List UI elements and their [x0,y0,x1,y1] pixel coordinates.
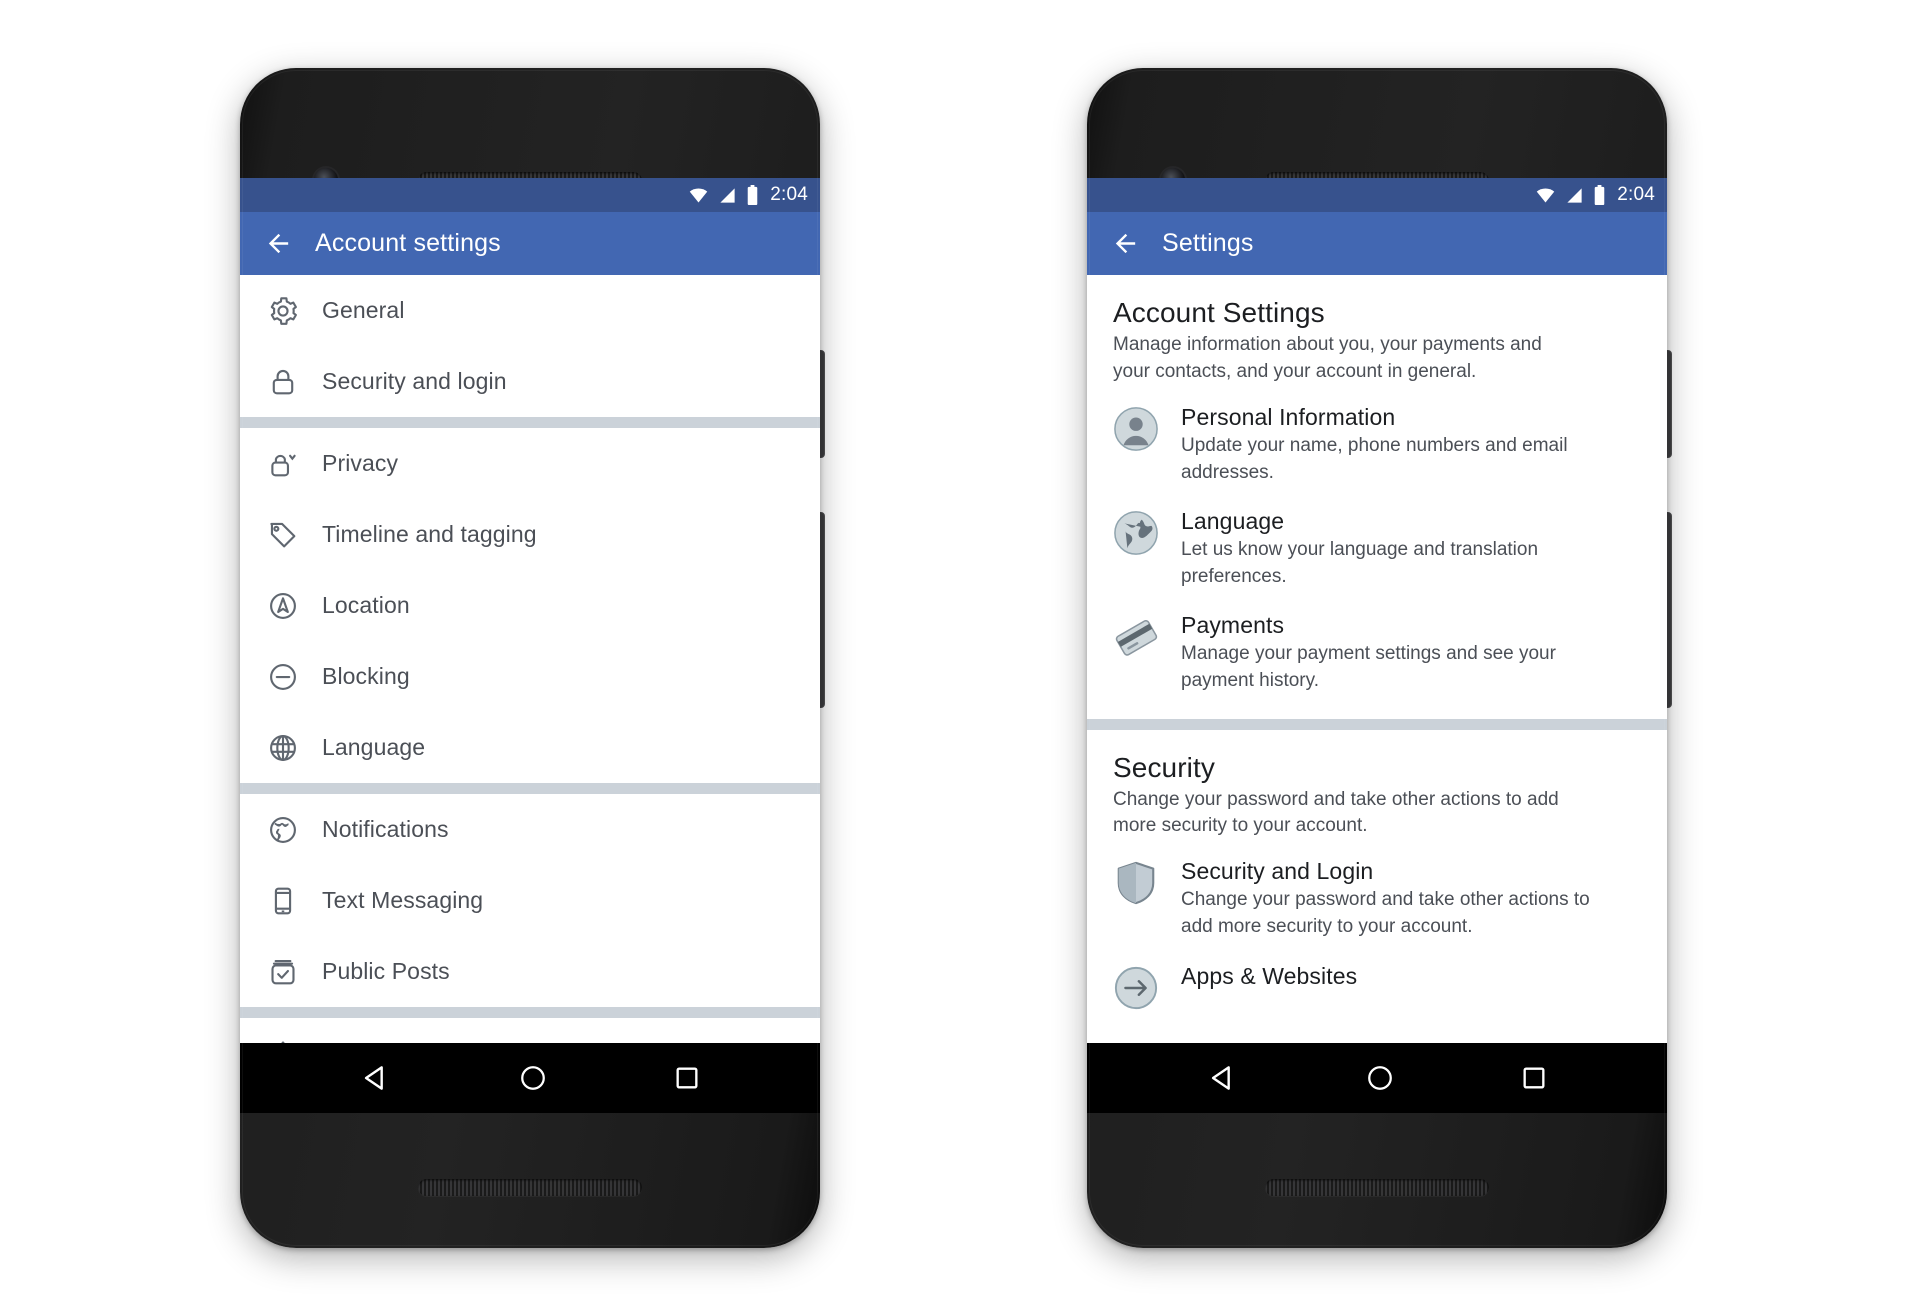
section-divider [1087,718,1667,730]
list-item-subtitle: Update your name, phone numbers and emai… [1181,434,1568,483]
app-bar-left: Account settings [240,212,820,275]
android-nav-bar [1087,1043,1667,1113]
section-divider [240,783,820,794]
home-nav-button[interactable] [1365,1063,1395,1093]
battery-icon [1593,184,1606,206]
list-item-label: Language [322,734,426,760]
list-item-label: Blocking [322,663,410,689]
cell-signal-icon [718,186,737,205]
page-title: Account settings [315,229,501,257]
section-header-security: Security Change your password and take o… [1087,730,1667,847]
list-item-text: Language Let us know your language and t… [1181,506,1601,590]
section-header-account-settings: Account Settings Manage information abou… [1087,275,1667,392]
list-item-general[interactable]: General [240,275,820,346]
section-subtitle: Manage information about you, your payme… [1113,334,1542,382]
list-item-apps-and-websites[interactable]: Apps & Websites [1087,951,1667,1021]
list-item-security-and-login[interactable]: Security and login [240,346,820,417]
android-nav-bar [240,1043,820,1113]
list-item-notifications[interactable]: Notifications [240,794,820,865]
page-title: Settings [1162,229,1254,257]
list-item-payments[interactable]: Payments Manage your payment settings an… [1087,600,1667,704]
list-item-subtitle: Let us know your language and translatio… [1181,539,1539,587]
list-item-blocking[interactable]: Blocking [240,641,820,712]
checkbox-box-icon [266,955,300,989]
status-bar-clock: 2:04 [770,184,808,205]
recents-nav-button[interactable] [673,1064,701,1092]
back-arrow-icon[interactable] [1111,229,1140,258]
speaker-grille-bottom [1265,1179,1489,1196]
list-item-title: Language [1181,508,1285,535]
wifi-icon [1535,185,1556,206]
screenshot-canvas: 2:04 Account settings General Security a… [0,0,1920,1312]
section-title: Account Settings [1113,297,1325,328]
back-arrow-icon[interactable] [264,229,293,258]
list-item-privacy[interactable]: Privacy [240,428,820,499]
battery-icon [746,184,759,206]
list-item-text: Apps & Websites [1181,961,1357,990]
list-item-title: Personal Information [1181,403,1396,430]
list-item-title: Security and Login [1181,858,1374,885]
list-item-text: Payments Manage your payment settings an… [1181,610,1601,694]
settings-list-left: General Security and login Privacy Timel… [240,275,820,1113]
settings-list-right: Account Settings Manage information abou… [1087,275,1667,1113]
shield-icon [1113,860,1159,906]
status-bar-clock: 2:04 [1617,184,1655,205]
list-item-label: Text Messaging [322,887,484,913]
list-item-label: Location [322,592,410,618]
list-item-label: Security and login [322,368,507,394]
gear-icon [266,294,300,328]
status-bar: 2:04 [240,178,820,212]
section-divider [240,1007,820,1018]
cell-signal-icon [1565,186,1584,205]
list-item-label: Notifications [322,816,449,842]
list-item-timeline-and-tagging[interactable]: Timeline and tagging [240,499,820,570]
app-bar-right: Settings [1087,212,1667,275]
list-item-label: Public Posts [322,958,450,984]
home-nav-button[interactable] [518,1063,548,1093]
globe-grid-icon [266,731,300,765]
list-item-text: Personal Information Update your name, p… [1181,402,1601,486]
section-title: Security [1113,751,1215,783]
list-item-language[interactable]: Language [240,712,820,783]
globe-earth-icon [266,813,300,847]
list-item-personal-information[interactable]: Personal Information Update your name, p… [1087,392,1667,496]
list-item-subtitle: Change your password and take other acti… [1181,889,1590,938]
back-nav-button[interactable] [1206,1061,1240,1095]
recents-nav-button[interactable] [1520,1064,1548,1092]
list-item-public-posts[interactable]: Public Posts [240,936,820,1007]
list-item-text: Security and Login Change your password … [1181,856,1601,940]
phone-screen-right: 2:04 Settings Account Settings Manage in… [1087,178,1667,1113]
list-item-label: General [322,297,405,323]
phone-screen-left: 2:04 Account settings General Security a… [240,178,820,1113]
privacy-lock-icon [266,447,300,481]
list-item-subtitle: Manage your payment settings and see you… [1181,643,1556,691]
phone-device-left: 2:04 Account settings General Security a… [240,68,825,1248]
list-item-title: Apps & Websites [1181,962,1358,989]
list-item-label: Timeline and tagging [322,521,537,547]
list-item-label: Privacy [322,450,399,476]
wifi-icon [688,185,709,206]
section-subtitle: Change your password and take other acti… [1113,788,1559,837]
list-item-location[interactable]: Location [240,570,820,641]
section-divider [240,417,820,428]
status-bar: 2:04 [1087,178,1667,212]
arrow-circle-icon [1113,965,1159,1011]
list-item-security-and-login[interactable]: Security and Login Change your password … [1087,846,1667,950]
phone-device-right: 2:04 Settings Account Settings Manage in… [1087,68,1672,1248]
speaker-grille-bottom [418,1179,642,1196]
list-item-language[interactable]: Language Let us know your language and t… [1087,496,1667,600]
tag-icon [266,518,300,552]
list-item-text-messaging[interactable]: Text Messaging [240,865,820,936]
mobile-phone-icon [266,884,300,918]
back-nav-button[interactable] [359,1061,393,1095]
list-item-title: Payments [1181,612,1285,639]
credit-card-icon [1113,614,1159,660]
globe-earth-icon [1113,510,1159,556]
person-avatar-icon [1113,406,1159,452]
lock-icon [266,365,300,399]
compass-icon [266,589,300,623]
block-icon [266,660,300,694]
